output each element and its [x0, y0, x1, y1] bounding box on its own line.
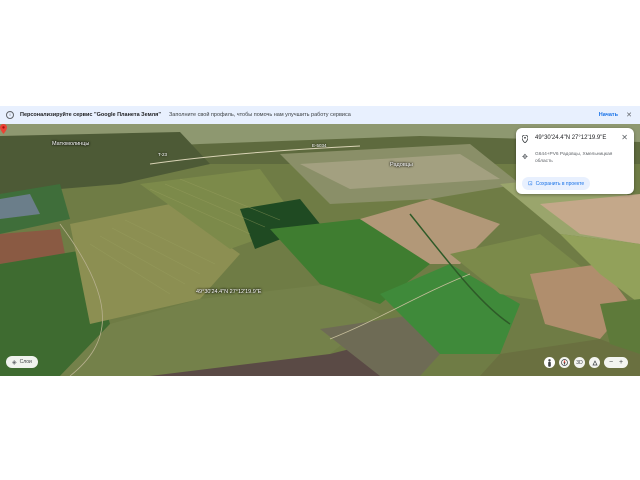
pegman-icon[interactable] — [544, 357, 555, 368]
notification-banner: i Персонализируйте сервис "Google Планет… — [0, 106, 640, 124]
place-pin-icon — [522, 135, 528, 143]
pin-coordinates-label: 49°30'24.4"N 27°12'19.9"E — [196, 289, 262, 295]
banner-description: Заполните свой профиль, чтобы помочь нам… — [168, 112, 351, 118]
start-button[interactable]: Начать — [599, 112, 618, 118]
compass-icon[interactable] — [559, 357, 570, 368]
save-to-project-button[interactable]: ⊡ Сохранить в проекте — [522, 177, 591, 190]
village-label: Матюмолинцы — [52, 141, 90, 147]
info-icon: i — [6, 111, 14, 119]
close-icon[interactable]: ✕ — [621, 133, 628, 142]
location-info-panel: 49°30'24.4"N 27°12'19.9"E ✕ ✥ G644+PV6 Р… — [516, 128, 634, 194]
panel-coordinates: 49°30'24.4"N 27°12'19.9"E — [535, 135, 607, 141]
close-icon[interactable]: ✕ — [626, 111, 632, 119]
zoom-controls: − + — [604, 357, 628, 368]
map-controls: 3D − + — [544, 357, 628, 368]
bookmark-icon: ⊡ — [528, 180, 533, 187]
location-pin-icon[interactable] — [0, 124, 7, 134]
road-label: Е-5034 — [312, 143, 327, 148]
layers-label: Слои — [19, 359, 32, 365]
save-button-label: Сохранить в проекте — [535, 180, 585, 187]
tilt-icon[interactable] — [589, 357, 600, 368]
banner-title: Персонализируйте сервис "Google Планета … — [20, 112, 161, 118]
layers-button[interactable]: ◈ Слои — [6, 356, 38, 368]
road-label: T-23 — [158, 152, 168, 157]
village-label: Радовцы — [390, 162, 413, 168]
panel-address: G644+PV6 Радовцы, Хмельницкая область — [535, 152, 613, 164]
zoom-out-button[interactable]: − — [606, 357, 616, 368]
layers-icon: ◈ — [12, 359, 17, 366]
move-icon: ✥ — [522, 154, 528, 161]
3d-toggle-button[interactable]: 3D — [574, 357, 585, 368]
zoom-in-button[interactable]: + — [616, 357, 626, 368]
